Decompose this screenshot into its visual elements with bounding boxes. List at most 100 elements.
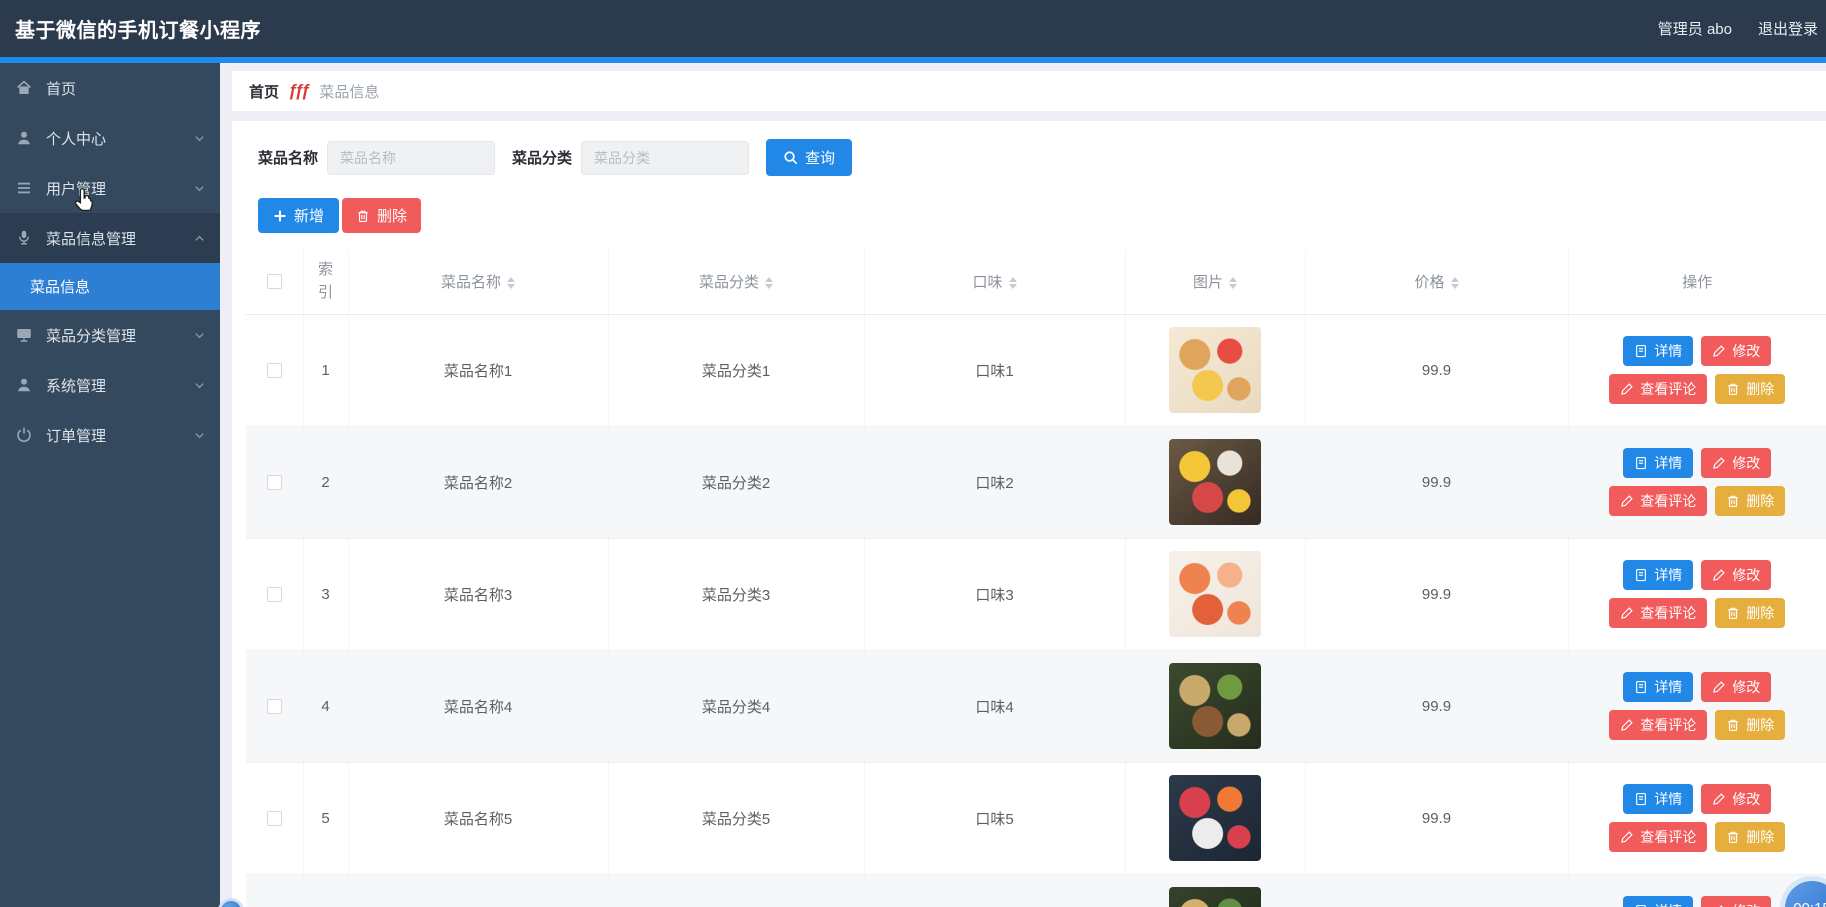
detail-button[interactable]: 详情 — [1623, 784, 1693, 814]
sidebar-item-system-management[interactable]: 系统管理 — [0, 360, 220, 410]
detail-button[interactable]: 详情 — [1623, 560, 1693, 590]
dish-photo-salmon-sashimi — [1169, 551, 1261, 637]
sidebar-subitem-dish-info[interactable]: 菜品信息 — [0, 263, 220, 310]
sidebar-item-label: 菜品信息管理 — [46, 228, 136, 249]
cell-price: 99.9 — [1305, 762, 1568, 874]
main-content: 首页 ƒƒƒ 菜品信息 菜品名称 菜品分类 查询 新增 删除 — [220, 63, 1826, 907]
chevron-up-icon — [193, 232, 206, 245]
power-icon — [15, 426, 33, 444]
dish-name-input[interactable] — [327, 141, 495, 175]
view-comments-button[interactable]: 查看评论 — [1609, 486, 1707, 516]
user-icon — [15, 129, 33, 147]
cell-taste: 口味5 — [864, 762, 1125, 874]
sidebar-item-dish-info-management[interactable]: 菜品信息管理 — [0, 213, 220, 263]
edit-button[interactable]: 修改 — [1701, 784, 1771, 814]
breadcrumb-home-link[interactable]: 首页 — [249, 81, 279, 102]
sidebar-nav: 首页个人中心用户管理菜品信息管理菜品信息菜品分类管理系统管理订单管理 — [0, 63, 220, 460]
row-delete-button[interactable]: 删除 — [1715, 486, 1785, 516]
row-checkbox[interactable] — [267, 475, 282, 490]
column-header-index: 索引 — [303, 250, 348, 314]
edit-button[interactable]: 修改 — [1701, 560, 1771, 590]
row-checkbox[interactable] — [267, 587, 282, 602]
view-comments-button[interactable]: 查看评论 — [1609, 374, 1707, 404]
column-header-image[interactable]: 图片 — [1125, 250, 1305, 314]
column-header-category[interactable]: 菜品分类 — [608, 250, 864, 314]
cell-dish-name: 菜品名称2 — [348, 426, 608, 538]
chevron-down-icon — [193, 429, 206, 442]
dish-photo-spring-rolls-greens — [1169, 663, 1261, 749]
sort-arrows-icon[interactable] — [1009, 277, 1017, 289]
view-comments-button[interactable]: 查看评论 — [1609, 598, 1707, 628]
row-checkbox[interactable] — [267, 811, 282, 826]
view-comments-button[interactable]: 查看评论 — [1609, 710, 1707, 740]
detail-button[interactable]: 详情 — [1623, 672, 1693, 702]
sidebar-item-home[interactable]: 首页 — [0, 63, 220, 113]
row-delete-button[interactable]: 删除 — [1715, 710, 1785, 740]
select-all-checkbox[interactable] — [267, 274, 282, 289]
column-header-taste[interactable]: 口味 — [864, 250, 1125, 314]
column-header-actions: 操作 — [1568, 250, 1826, 314]
column-header-price[interactable]: 价格 — [1305, 250, 1568, 314]
row-delete-button[interactable]: 删除 — [1715, 598, 1785, 628]
edit-button[interactable]: 修改 — [1701, 336, 1771, 366]
dish-table-wrap: 索引菜品名称菜品分类口味图片价格操作 1菜品名称1菜品分类1口味199.9 详情… — [246, 250, 1826, 907]
cell-taste: 口味3 — [864, 538, 1125, 650]
cell-index: 2 — [303, 426, 348, 538]
table-body: 1菜品名称1菜品分类1口味199.9 详情 修改 查看评论 删除 2菜品名称2菜… — [246, 314, 1826, 907]
cell-dish-name: 菜品名称4 — [348, 650, 608, 762]
chevron-down-icon — [193, 379, 206, 392]
detail-button[interactable]: 详情 — [1623, 896, 1693, 907]
breadcrumb: 首页 ƒƒƒ 菜品信息 — [232, 71, 1826, 111]
row-checkbox[interactable] — [267, 363, 282, 378]
pencil-icon — [1620, 718, 1634, 732]
dish-category-label: 菜品分类 — [512, 147, 572, 168]
edit-button[interactable]: 修改 — [1701, 672, 1771, 702]
document-icon — [1634, 344, 1648, 358]
pencil-icon — [1712, 568, 1726, 582]
delete-button[interactable]: 删除 — [342, 198, 421, 233]
row-delete-button[interactable]: 删除 — [1715, 822, 1785, 852]
table-row: 5菜品名称5菜品分类5口味599.9 详情 修改 查看评论 删除 — [246, 762, 1826, 874]
detail-button[interactable]: 详情 — [1623, 336, 1693, 366]
sidebar-item-order-management[interactable]: 订单管理 — [0, 410, 220, 460]
sidebar-item-user-management[interactable]: 用户管理 — [0, 163, 220, 213]
sort-arrows-icon[interactable] — [765, 277, 773, 289]
add-button[interactable]: 新增 — [258, 198, 339, 233]
sidebar-item-label: 菜品分类管理 — [46, 325, 136, 346]
detail-button[interactable]: 详情 — [1623, 448, 1693, 478]
dish-photo-brunch-plates-dark — [1169, 439, 1261, 525]
row-checkbox[interactable] — [267, 699, 282, 714]
search-button[interactable]: 查询 — [766, 139, 852, 176]
logout-link[interactable]: 退出登录 — [1758, 18, 1818, 39]
sort-arrows-icon[interactable] — [1451, 277, 1459, 289]
pencil-icon — [1712, 456, 1726, 470]
breadcrumb-current: 菜品信息 — [319, 81, 379, 102]
cell-taste: 口味6 — [864, 874, 1125, 907]
column-header-name[interactable]: 菜品名称 — [348, 250, 608, 314]
sort-arrows-icon[interactable] — [507, 277, 515, 289]
view-comments-button[interactable]: 查看评论 — [1609, 822, 1707, 852]
row-delete-button[interactable]: 删除 — [1715, 374, 1785, 404]
table-row: 1菜品名称1菜品分类1口味199.9 详情 修改 查看评论 删除 — [246, 314, 1826, 426]
edit-button[interactable]: 修改 — [1701, 448, 1771, 478]
cell-dish-name: 菜品名称5 — [348, 762, 608, 874]
cell-price: 99.9 — [1305, 874, 1568, 907]
cell-price: 99.9 — [1305, 426, 1568, 538]
dish-category-input[interactable] — [581, 141, 749, 175]
sidebar-item-personal-center[interactable]: 个人中心 — [0, 113, 220, 163]
cell-taste: 口味1 — [864, 314, 1125, 426]
list-icon — [15, 179, 33, 197]
cell-dish-category: 菜品分类4 — [608, 650, 864, 762]
pencil-icon — [1712, 792, 1726, 806]
toolbar: 新增 删除 — [258, 198, 1826, 233]
sidebar-item-dish-category-management[interactable]: 菜品分类管理 — [0, 310, 220, 360]
cell-price: 99.9 — [1305, 314, 1568, 426]
mic-icon — [15, 229, 33, 247]
document-icon — [1634, 456, 1648, 470]
document-icon — [1634, 680, 1648, 694]
cell-dish-category: 菜品分类3 — [608, 538, 864, 650]
edit-button[interactable]: 修改 — [1701, 896, 1771, 907]
chevron-down-icon — [193, 329, 206, 342]
sort-arrows-icon[interactable] — [1229, 277, 1237, 289]
cell-index: 4 — [303, 650, 348, 762]
